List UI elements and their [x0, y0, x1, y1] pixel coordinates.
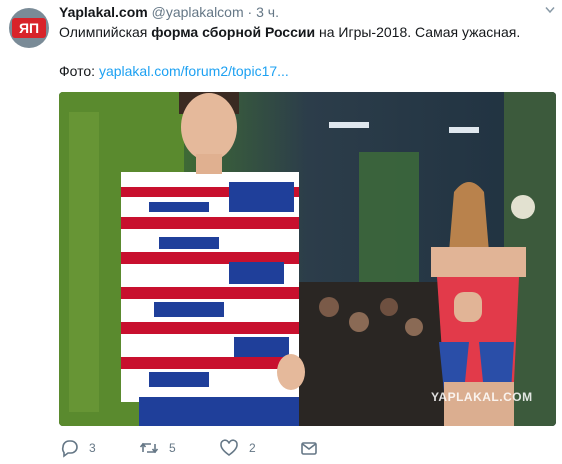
- reply-count: 3: [89, 441, 96, 455]
- tweet-text-before: Олимпийская: [59, 24, 152, 40]
- chevron-down-icon[interactable]: [545, 6, 555, 14]
- heart-icon: [220, 439, 238, 456]
- author-handle[interactable]: @yaplakalcom: [152, 4, 244, 20]
- tweet-text-bold: форма сборной России: [151, 24, 316, 40]
- tweet-photo[interactable]: YAPLAKAL.COM: [59, 92, 556, 426]
- tweet-text-after: на Игры-2018. Самая ужасная.: [315, 24, 521, 40]
- tweet-text: Олимпийская форма сборной России на Игры…: [59, 23, 520, 42]
- author-name[interactable]: Yaplakal.com: [59, 4, 148, 20]
- watermark: YAPLAKAL.COM: [431, 390, 533, 404]
- envelope-icon: [301, 442, 317, 455]
- retweet-action[interactable]: 5: [139, 437, 176, 459]
- yaplakal-logo: ЯП: [12, 18, 46, 38]
- photo-link[interactable]: yaplakal.com/forum2/topic17...: [99, 63, 289, 79]
- like-count: 2: [249, 441, 256, 455]
- message-action[interactable]: [299, 437, 329, 459]
- photo-label: Фото:: [59, 63, 99, 79]
- reply-action[interactable]: 3: [59, 437, 96, 459]
- separator-dot: ·: [247, 4, 253, 20]
- tweet-time[interactable]: 3 ч.: [256, 4, 279, 20]
- tweet-header: Yaplakal.com @yaplakalcom · 3 ч.: [59, 3, 279, 21]
- reply-icon: [61, 440, 78, 458]
- retweet-icon: [139, 442, 159, 454]
- photo-credit: Фото: yaplakal.com/forum2/topic17...: [59, 62, 289, 81]
- retweet-count: 5: [169, 441, 176, 455]
- runway-photo: [59, 92, 556, 426]
- logo-text: ЯП: [19, 20, 39, 36]
- like-action[interactable]: 2: [219, 437, 256, 459]
- avatar[interactable]: ЯП: [9, 8, 49, 48]
